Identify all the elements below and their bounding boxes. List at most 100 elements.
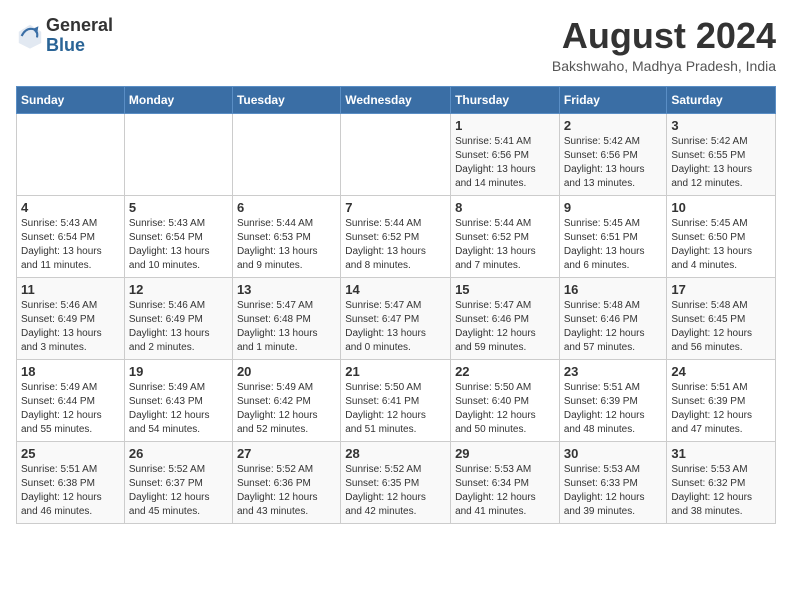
day-number: 6 <box>237 200 336 215</box>
calendar-cell: 13Sunrise: 5:47 AM Sunset: 6:48 PM Dayli… <box>232 277 340 359</box>
day-detail: Sunrise: 5:48 AM Sunset: 6:45 PM Dayligh… <box>671 299 771 355</box>
header-tuesday: Tuesday <box>232 86 340 113</box>
calendar-week-3: 11Sunrise: 5:46 AM Sunset: 6:49 PM Dayli… <box>17 277 776 359</box>
day-number: 19 <box>129 364 228 379</box>
day-number: 22 <box>455 364 555 379</box>
calendar-cell: 24 Sunrise: 5:51 AM Sunset: 6:39 PM Dayli… <box>667 359 776 441</box>
day-number: 30 <box>564 446 663 461</box>
day-number: 8 <box>455 200 555 215</box>
header-friday: Friday <box>559 86 667 113</box>
day-number: 15 <box>455 282 555 297</box>
day-detail: Sunrise: 5:43 AM Sunset: 6:54 PM Dayligh… <box>129 217 228 273</box>
day-number: 18 <box>21 364 120 379</box>
calendar-cell: 19 Sunrise: 5:49 AM Sunset: 6:43 PM Dayli… <box>124 359 232 441</box>
calendar-cell: 21 Sunrise: 5:50 AM Sunset: 6:41 PM Dayli… <box>341 359 451 441</box>
day-detail: Sunrise: 5:49 AM Sunset: 6:43 PM Dayligh… <box>129 381 228 437</box>
calendar-cell: 28Sunrise: 5:52 AM Sunset: 6:35 PM Dayli… <box>341 441 451 523</box>
day-detail: Sunrise: 5:49 AM Sunset: 6:42 PM Dayligh… <box>237 381 336 437</box>
calendar-week-2: 4 Sunrise: 5:43 AM Sunset: 6:54 PM Daylig… <box>17 195 776 277</box>
day-number: 24 <box>671 364 771 379</box>
main-title: August 2024 <box>552 16 776 56</box>
calendar-cell: 23 Sunrise: 5:51 AM Sunset: 6:39 PM Dayli… <box>559 359 667 441</box>
day-detail: Sunrise: 5:44 AM Sunset: 6:52 PM Dayligh… <box>455 217 555 273</box>
calendar-week-4: 18 Sunrise: 5:49 AM Sunset: 6:44 PM Dayli… <box>17 359 776 441</box>
day-detail: Sunrise: 5:47 AM Sunset: 6:47 PM Dayligh… <box>345 299 446 355</box>
calendar-cell: 10 Sunrise: 5:45 AM Sunset: 6:50 PM Dayli… <box>667 195 776 277</box>
day-detail: Sunrise: 5:53 AM Sunset: 6:33 PM Dayligh… <box>564 463 663 519</box>
day-detail: Sunrise: 5:48 AM Sunset: 6:46 PM Dayligh… <box>564 299 663 355</box>
day-detail: Sunrise: 5:46 AM Sunset: 6:49 PM Dayligh… <box>129 299 228 355</box>
day-number: 5 <box>129 200 228 215</box>
calendar-header-row: SundayMondayTuesdayWednesdayThursdayFrid… <box>17 86 776 113</box>
calendar-week-1: 1 Sunrise: 5:41 AM Sunset: 6:56 PM Daylig… <box>17 113 776 195</box>
calendar-cell: 4Sunrise: 5:43 AM Sunset: 6:54 PM Daylig… <box>17 195 125 277</box>
calendar-cell: 2Sunrise: 5:42 AM Sunset: 6:56 PM Daylig… <box>559 113 667 195</box>
calendar-cell: 26 Sunrise: 5:52 AM Sunset: 6:37 PM Dayli… <box>124 441 232 523</box>
day-detail: Sunrise: 5:45 AM Sunset: 6:51 PM Dayligh… <box>564 217 663 273</box>
calendar-cell: 27Sunrise: 5:52 AM Sunset: 6:36 PM Dayli… <box>232 441 340 523</box>
day-number: 23 <box>564 364 663 379</box>
day-number: 10 <box>671 200 771 215</box>
day-number: 26 <box>129 446 228 461</box>
day-detail: Sunrise: 5:42 AM Sunset: 6:56 PM Dayligh… <box>564 135 663 191</box>
day-number: 7 <box>345 200 446 215</box>
calendar-cell: 8 Sunrise: 5:44 AM Sunset: 6:52 PM Daylig… <box>451 195 560 277</box>
calendar-cell: 15 Sunrise: 5:47 AM Sunset: 6:46 PM Dayli… <box>451 277 560 359</box>
calendar-week-5: 25 Sunrise: 5:51 AM Sunset: 6:38 PM Dayli… <box>17 441 776 523</box>
day-detail: Sunrise: 5:46 AM Sunset: 6:49 PM Dayligh… <box>21 299 120 355</box>
header-sunday: Sunday <box>17 86 125 113</box>
calendar-cell <box>124 113 232 195</box>
day-number: 4 <box>21 200 120 215</box>
calendar-cell: 3 Sunrise: 5:42 AM Sunset: 6:55 PM Daylig… <box>667 113 776 195</box>
logo-blue: Blue <box>46 36 113 56</box>
day-detail: Sunrise: 5:42 AM Sunset: 6:55 PM Dayligh… <box>671 135 771 191</box>
calendar-cell: 31Sunrise: 5:53 AM Sunset: 6:32 PM Dayli… <box>667 441 776 523</box>
day-detail: Sunrise: 5:41 AM Sunset: 6:56 PM Dayligh… <box>455 135 555 191</box>
day-number: 29 <box>455 446 555 461</box>
calendar-cell: 17 Sunrise: 5:48 AM Sunset: 6:45 PM Dayli… <box>667 277 776 359</box>
day-number: 27 <box>237 446 336 461</box>
day-detail: Sunrise: 5:53 AM Sunset: 6:34 PM Dayligh… <box>455 463 555 519</box>
calendar-cell: 18 Sunrise: 5:49 AM Sunset: 6:44 PM Dayli… <box>17 359 125 441</box>
calendar-cell: 25 Sunrise: 5:51 AM Sunset: 6:38 PM Dayli… <box>17 441 125 523</box>
day-detail: Sunrise: 5:51 AM Sunset: 6:39 PM Dayligh… <box>671 381 771 437</box>
day-number: 21 <box>345 364 446 379</box>
day-number: 16 <box>564 282 663 297</box>
calendar-cell: 7Sunrise: 5:44 AM Sunset: 6:52 PM Daylig… <box>341 195 451 277</box>
day-detail: Sunrise: 5:49 AM Sunset: 6:44 PM Dayligh… <box>21 381 120 437</box>
day-detail: Sunrise: 5:50 AM Sunset: 6:41 PM Dayligh… <box>345 381 446 437</box>
calendar-cell: 6 Sunrise: 5:44 AM Sunset: 6:53 PM Daylig… <box>232 195 340 277</box>
day-number: 31 <box>671 446 771 461</box>
day-detail: Sunrise: 5:44 AM Sunset: 6:53 PM Dayligh… <box>237 217 336 273</box>
calendar-cell: 12Sunrise: 5:46 AM Sunset: 6:49 PM Dayli… <box>124 277 232 359</box>
day-detail: Sunrise: 5:52 AM Sunset: 6:37 PM Dayligh… <box>129 463 228 519</box>
header-monday: Monday <box>124 86 232 113</box>
day-detail: Sunrise: 5:50 AM Sunset: 6:40 PM Dayligh… <box>455 381 555 437</box>
calendar-cell <box>232 113 340 195</box>
day-detail: Sunrise: 5:51 AM Sunset: 6:39 PM Dayligh… <box>564 381 663 437</box>
calendar-cell: 20Sunrise: 5:49 AM Sunset: 6:42 PM Dayli… <box>232 359 340 441</box>
logo-general: General <box>46 16 113 36</box>
calendar-cell: 9 Sunrise: 5:45 AM Sunset: 6:51 PM Daylig… <box>559 195 667 277</box>
calendar-cell: 16 Sunrise: 5:48 AM Sunset: 6:46 PM Dayli… <box>559 277 667 359</box>
calendar-cell: 14Sunrise: 5:47 AM Sunset: 6:47 PM Dayli… <box>341 277 451 359</box>
day-number: 3 <box>671 118 771 133</box>
header-wednesday: Wednesday <box>341 86 451 113</box>
subtitle: Bakshwaho, Madhya Pradesh, India <box>552 58 776 74</box>
page-header: General Blue August 2024 Bakshwaho, Madh… <box>16 16 776 74</box>
day-number: 25 <box>21 446 120 461</box>
calendar-cell: 1 Sunrise: 5:41 AM Sunset: 6:56 PM Daylig… <box>451 113 560 195</box>
calendar-cell: 22 Sunrise: 5:50 AM Sunset: 6:40 PM Dayli… <box>451 359 560 441</box>
day-detail: Sunrise: 5:51 AM Sunset: 6:38 PM Dayligh… <box>21 463 120 519</box>
calendar-cell <box>17 113 125 195</box>
title-block: August 2024 Bakshwaho, Madhya Pradesh, I… <box>552 16 776 74</box>
calendar-table: SundayMondayTuesdayWednesdayThursdayFrid… <box>16 86 776 524</box>
day-detail: Sunrise: 5:45 AM Sunset: 6:50 PM Dayligh… <box>671 217 771 273</box>
logo-icon <box>16 22 44 50</box>
header-thursday: Thursday <box>451 86 560 113</box>
day-number: 9 <box>564 200 663 215</box>
day-detail: Sunrise: 5:47 AM Sunset: 6:46 PM Dayligh… <box>455 299 555 355</box>
logo: General Blue <box>16 16 113 56</box>
day-number: 1 <box>455 118 555 133</box>
day-number: 17 <box>671 282 771 297</box>
